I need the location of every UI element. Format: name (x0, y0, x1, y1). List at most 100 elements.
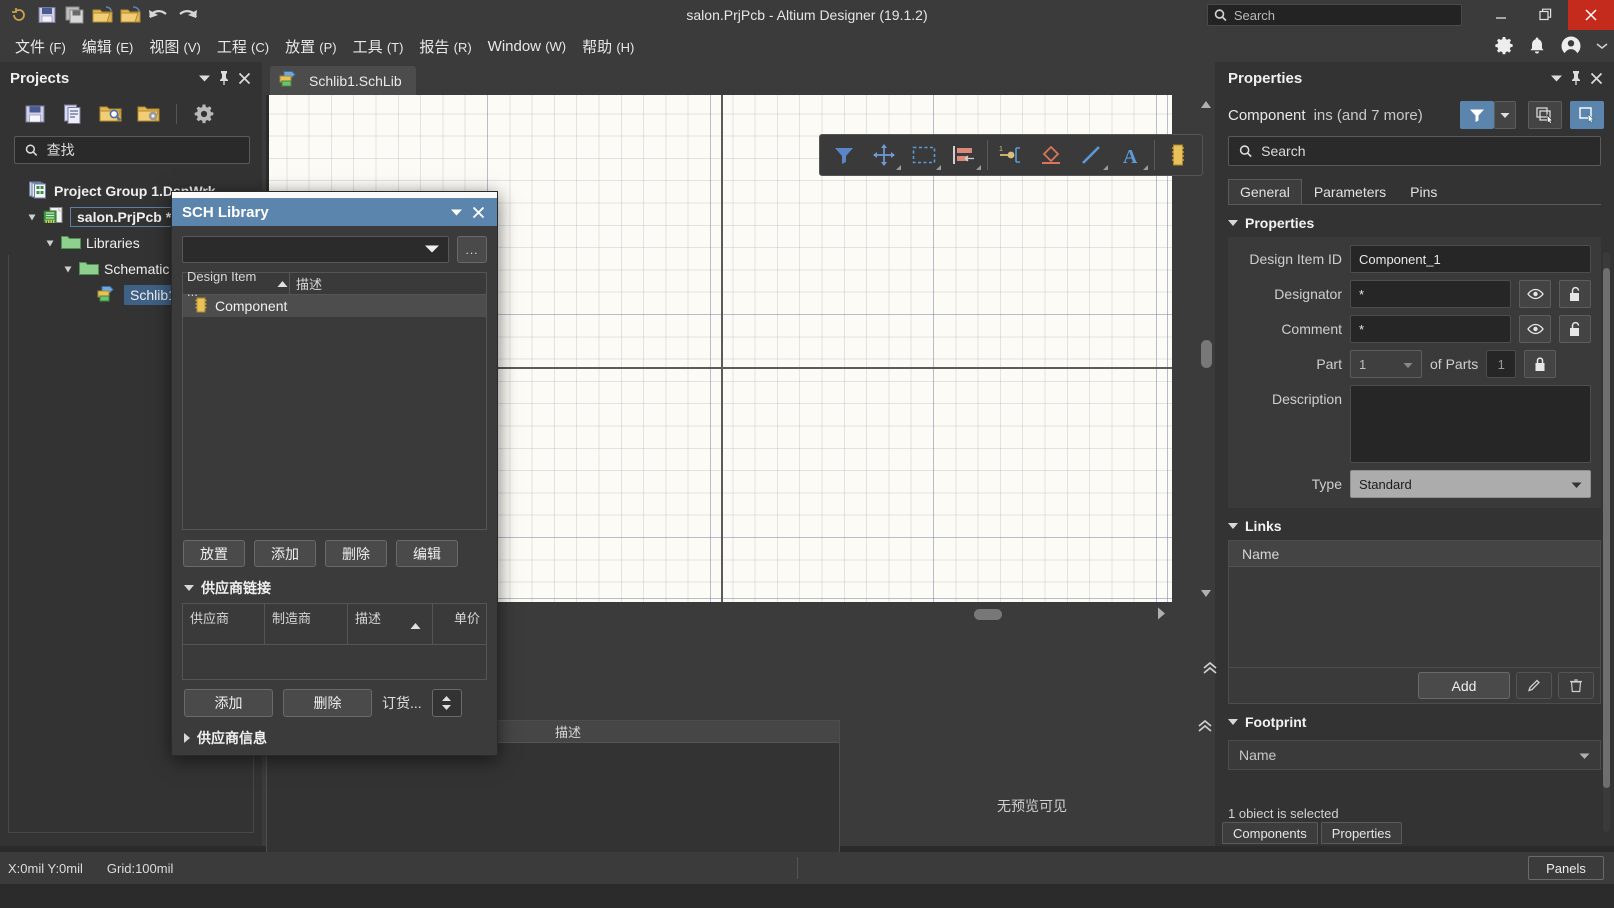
open-folder-icon[interactable] (90, 2, 116, 28)
minimize-button[interactable] (1478, 0, 1523, 30)
menu-help[interactable]: 帮助 (H) (575, 32, 641, 61)
supplier-links-header[interactable]: 供应商链接 (172, 567, 497, 603)
search-folder-icon[interactable] (98, 101, 124, 127)
tab-pins[interactable]: Pins (1398, 179, 1449, 204)
place-button[interactable]: 放置 (183, 540, 245, 567)
menu-project[interactable]: 工程 (C) (210, 32, 276, 61)
comment-field[interactable]: * (1350, 315, 1511, 343)
place-pin-icon[interactable]: 1 (991, 137, 1031, 173)
delete-button[interactable]: 删除 (325, 540, 387, 567)
account-icon[interactable] (1560, 35, 1582, 57)
unlock-icon[interactable] (1559, 280, 1591, 308)
projects-search-box[interactable] (14, 136, 250, 164)
spinner-updown-icon[interactable] (431, 689, 462, 717)
chevron-down-icon[interactable] (1596, 42, 1608, 50)
open-project-icon[interactable] (118, 2, 144, 28)
eye-icon[interactable] (1519, 280, 1551, 308)
supplier-col-manufacturer[interactable]: 制造商 (265, 604, 348, 644)
properties-scrollbar[interactable] (1603, 252, 1610, 832)
supplier-info-header[interactable]: 供应商信息 (172, 717, 497, 753)
dropdown-corner-icon[interactable] (1143, 165, 1148, 170)
redo-icon[interactable] (174, 2, 200, 28)
save-icon[interactable] (34, 2, 60, 28)
pencil-icon[interactable] (1516, 672, 1552, 699)
tab-general[interactable]: General (1228, 179, 1302, 204)
section-links-header[interactable]: Links (1215, 508, 1614, 540)
chevron-down-icon[interactable] (445, 201, 467, 223)
column-design-item[interactable]: Design Item ... (183, 269, 289, 299)
supplier-delete-button[interactable]: 删除 (283, 689, 372, 717)
vertical-scroll-thumb[interactable] (1201, 340, 1212, 368)
unlock-icon[interactable] (1559, 315, 1591, 343)
edit-button[interactable]: 编辑 (396, 540, 458, 567)
close-icon[interactable] (234, 68, 254, 88)
compile-icon[interactable] (60, 101, 86, 127)
menu-view[interactable]: 视图 (V) (142, 32, 208, 61)
links-add-button[interactable]: Add (1418, 672, 1510, 699)
bottom-tab-components[interactable]: Components (1222, 822, 1318, 844)
save-all-icon[interactable] (62, 2, 88, 28)
dropdown-corner-icon[interactable] (976, 165, 981, 170)
dropdown-corner-icon[interactable] (896, 165, 901, 170)
projects-search-input[interactable] (46, 142, 239, 158)
scroll-up-icon[interactable] (1200, 95, 1212, 113)
dropdown-corner-icon[interactable] (1103, 165, 1108, 170)
global-search-box[interactable] (1207, 4, 1462, 26)
footprint-name-row[interactable]: Name (1228, 740, 1601, 770)
place-line-icon[interactable] (1071, 137, 1111, 173)
menu-file[interactable]: 文件 (F) (8, 32, 73, 61)
eye-icon[interactable] (1519, 315, 1551, 343)
close-icon[interactable] (1586, 68, 1606, 88)
section-footprint-header[interactable]: Footprint (1215, 704, 1614, 736)
supplier-col-description[interactable]: 描述 (348, 604, 433, 644)
type-select[interactable]: Standard (1350, 470, 1591, 498)
filter-dropdown-icon[interactable] (1494, 101, 1516, 129)
save-icon[interactable] (22, 101, 48, 127)
global-search-input[interactable] (1233, 7, 1455, 23)
undo-icon[interactable] (146, 2, 172, 28)
bell-icon[interactable] (1528, 36, 1546, 56)
supplier-table-body[interactable] (183, 644, 486, 679)
chevron-down-icon[interactable] (194, 68, 214, 88)
tab-parameters[interactable]: Parameters (1302, 179, 1398, 204)
history-icon[interactable] (6, 2, 32, 28)
folder-options-icon[interactable] (136, 101, 162, 127)
add-button[interactable]: 添加 (254, 540, 316, 567)
properties-search-input[interactable] (1261, 143, 1590, 159)
funnel-icon[interactable] (1460, 101, 1494, 129)
gear-icon[interactable] (191, 101, 217, 127)
scroll-thumb[interactable] (1603, 268, 1610, 788)
designator-field[interactable]: * (1350, 280, 1511, 308)
panel-collapse-icon[interactable] (1201, 661, 1219, 685)
column-description[interactable]: 描述 (290, 274, 322, 293)
move-icon[interactable] (864, 137, 904, 173)
chevron-down-icon[interactable] (1546, 68, 1566, 88)
trash-icon[interactable] (1558, 672, 1594, 699)
expander-icon[interactable] (26, 213, 38, 222)
order-label[interactable]: 订货... (382, 693, 422, 713)
design-item-row-component[interactable]: Component (183, 295, 486, 317)
library-filter-combo[interactable] (182, 236, 449, 263)
supplier-col-unitprice[interactable]: 单价 (433, 604, 486, 644)
select-inside-icon[interactable] (1570, 101, 1604, 129)
gear-icon[interactable] (1494, 36, 1514, 56)
menu-place[interactable]: 放置 (P) (278, 32, 344, 61)
align-icon[interactable] (944, 137, 984, 173)
horizontal-scroll-thumb[interactable] (974, 609, 1002, 620)
scroll-down-icon[interactable] (1200, 584, 1212, 602)
close-button[interactable] (1568, 0, 1614, 30)
properties-search-box[interactable] (1228, 136, 1601, 166)
restore-button[interactable] (1523, 0, 1568, 30)
place-component-icon[interactable] (1158, 137, 1198, 173)
part-select[interactable]: 1 (1350, 350, 1422, 378)
select-area-icon[interactable] (904, 137, 944, 173)
chevron-down-icon[interactable] (1579, 747, 1590, 763)
menu-edit[interactable]: 编辑 (E) (75, 32, 141, 61)
pin-icon[interactable] (214, 68, 234, 88)
close-icon[interactable] (467, 201, 489, 223)
bottom-tab-properties[interactable]: Properties (1320, 822, 1402, 844)
links-list-body[interactable] (1229, 567, 1600, 667)
place-text-icon[interactable]: A (1111, 137, 1151, 173)
supplier-add-button[interactable]: 添加 (184, 689, 273, 717)
scroll-right-icon[interactable] (1157, 607, 1166, 625)
